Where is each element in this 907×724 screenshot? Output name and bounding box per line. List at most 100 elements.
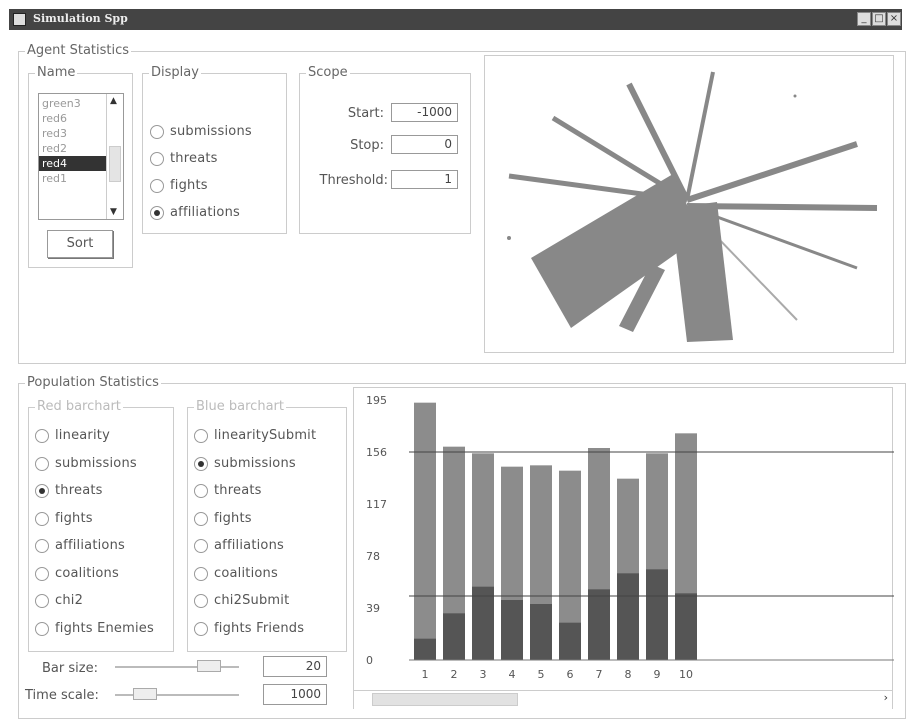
blue-barchart-group: Blue barchart linearitySubmit submissions… [187,399,347,652]
display-radio[interactable] [150,179,164,193]
display-option[interactable]: submissions [150,123,252,141]
x-tick-label: 5 [538,668,545,681]
display-option[interactable]: threats [150,150,218,168]
minimize-icon[interactable]: _ [857,12,871,26]
agent-name-item[interactable]: red4 [39,156,107,171]
bar-size-label: Bar size: [42,661,98,676]
bar-size-thumb[interactable] [197,660,221,672]
red-barchart-option-label: submissions [55,455,137,471]
scope-group-legend: Scope [306,65,350,81]
sort-button[interactable]: Sort [47,230,113,258]
blue-barchart-option[interactable]: fights Friends [194,620,304,638]
star-dot [793,94,797,98]
blue-barchart-radio[interactable] [194,594,208,608]
time-scale-field[interactable]: 1000 [263,684,327,705]
blue-barchart-option[interactable]: submissions [194,455,296,473]
blue-barchart-radio[interactable] [194,511,208,526]
red-barchart-option[interactable]: fights Enemies [35,620,154,638]
maximize-icon[interactable]: □ [872,12,886,26]
bar-blue-series [530,604,552,660]
display-option[interactable]: affiliations [150,204,240,222]
red-barchart-radio[interactable] [35,484,49,498]
blue-barchart-option[interactable]: coalitions [194,565,278,583]
agent-name-item[interactable]: red6 [39,111,107,126]
red-barchart-radio[interactable] [35,621,49,636]
start-label: Start: [347,106,384,121]
blue-barchart-option-label: fights [214,510,252,526]
red-barchart-option[interactable]: chi2 [35,592,83,610]
blue-barchart-radio[interactable] [194,566,208,581]
agent-list-scrollbar[interactable]: ▲ ▼ [106,94,123,219]
blue-barchart-option[interactable]: fights [194,510,252,528]
red-barchart-option[interactable]: affiliations [35,537,125,555]
chart-scroll-thumb[interactable] [372,693,518,706]
x-tick-label: 3 [480,668,487,681]
y-tick-label: 78 [366,550,380,563]
close-icon[interactable]: × [887,12,901,26]
display-radio[interactable] [150,206,164,220]
bar-red-series [414,402,436,660]
start-field[interactable]: -1000 [391,103,458,122]
blue-barchart-option-label: chi2Submit [214,593,290,608]
display-option-label: submissions [170,124,252,139]
agent-name-items: green3 red6 red3 red2 red4 red1 [39,96,107,186]
time-scale-thumb[interactable] [133,688,157,700]
red-barchart-option-label: fights [55,510,93,526]
threshold-field[interactable]: 1 [391,170,458,189]
x-tick-label: 9 [654,668,661,681]
red-barchart-radio[interactable] [35,456,49,471]
x-tick-label: 4 [509,668,516,681]
blue-barchart-radio[interactable] [194,429,208,443]
red-barchart-radio[interactable] [35,539,49,553]
name-group-legend: Name [35,65,78,81]
red-barchart-option[interactable]: submissions [35,455,137,473]
red-barchart-option[interactable]: linearity [35,427,110,445]
scroll-up-icon[interactable]: ▲ [110,96,117,106]
agent-statistics-group: Agent Statistics Name green3 red6 red3 red2… [18,43,906,364]
scroll-right-icon[interactable]: › [884,691,888,704]
stop-field[interactable]: 0 [391,135,458,154]
display-option[interactable]: fights [150,177,208,195]
agent-name-item[interactable]: red3 [39,126,107,141]
red-barchart-group: Red barchart linearity submissions threats… [28,399,174,652]
blue-barchart-radio[interactable] [194,621,208,636]
scope-group: Scope Start: -1000 Stop: 0 Threshold: 1 [299,65,471,234]
red-barchart-option[interactable]: coalitions [35,565,119,583]
population-bar-chart-svg: 039781171561951 2 3 4 5 6 7 8 9 10 [366,394,894,681]
time-scale-slider[interactable] [115,684,239,706]
chart-scrollbar[interactable]: › [354,690,892,709]
bar-blue-series [414,638,436,660]
blue-barchart-radio[interactable] [194,539,208,553]
agent-name-item[interactable]: red1 [39,171,107,186]
display-radio[interactable] [150,152,164,166]
star-dot [507,236,511,240]
blue-barchart-option[interactable]: chi2Submit [194,592,289,610]
red-barchart-radio[interactable] [35,594,49,608]
agent-name-item[interactable]: red2 [39,141,107,156]
x-tick-label: 6 [567,668,574,681]
stop-label: Stop: [350,138,384,153]
red-barchart-radio[interactable] [35,511,49,526]
blue-barchart-radio[interactable] [194,484,208,498]
red-barchart-radio[interactable] [35,566,49,581]
bar-size-field[interactable]: 20 [263,656,327,677]
display-radio[interactable] [150,125,164,139]
agent-star-plot [484,55,894,353]
red-barchart-option[interactable]: threats [35,482,103,500]
star-wedge [671,202,733,342]
red-barchart-option-label: linearity [55,428,110,443]
red-barchart-radio[interactable] [35,429,49,443]
agent-star-plot-svg [507,71,878,342]
scroll-down-icon[interactable]: ▼ [110,207,117,217]
agent-name-list[interactable]: green3 red6 red3 red2 red4 red1 ▲ ▼ [38,93,124,220]
red-barchart-option-label: fights Enemies [55,620,154,636]
bar-size-slider[interactable] [115,656,239,678]
blue-barchart-option[interactable]: threats [194,482,262,500]
blue-barchart-option[interactable]: linearitySubmit [194,427,316,445]
red-barchart-option[interactable]: fights [35,510,93,528]
red-barchart-option-label: chi2 [55,593,84,608]
agent-name-item[interactable]: green3 [39,96,107,111]
agent-list-scroll-thumb[interactable] [109,146,121,182]
blue-barchart-option[interactable]: affiliations [194,537,284,555]
blue-barchart-radio[interactable] [194,456,208,471]
